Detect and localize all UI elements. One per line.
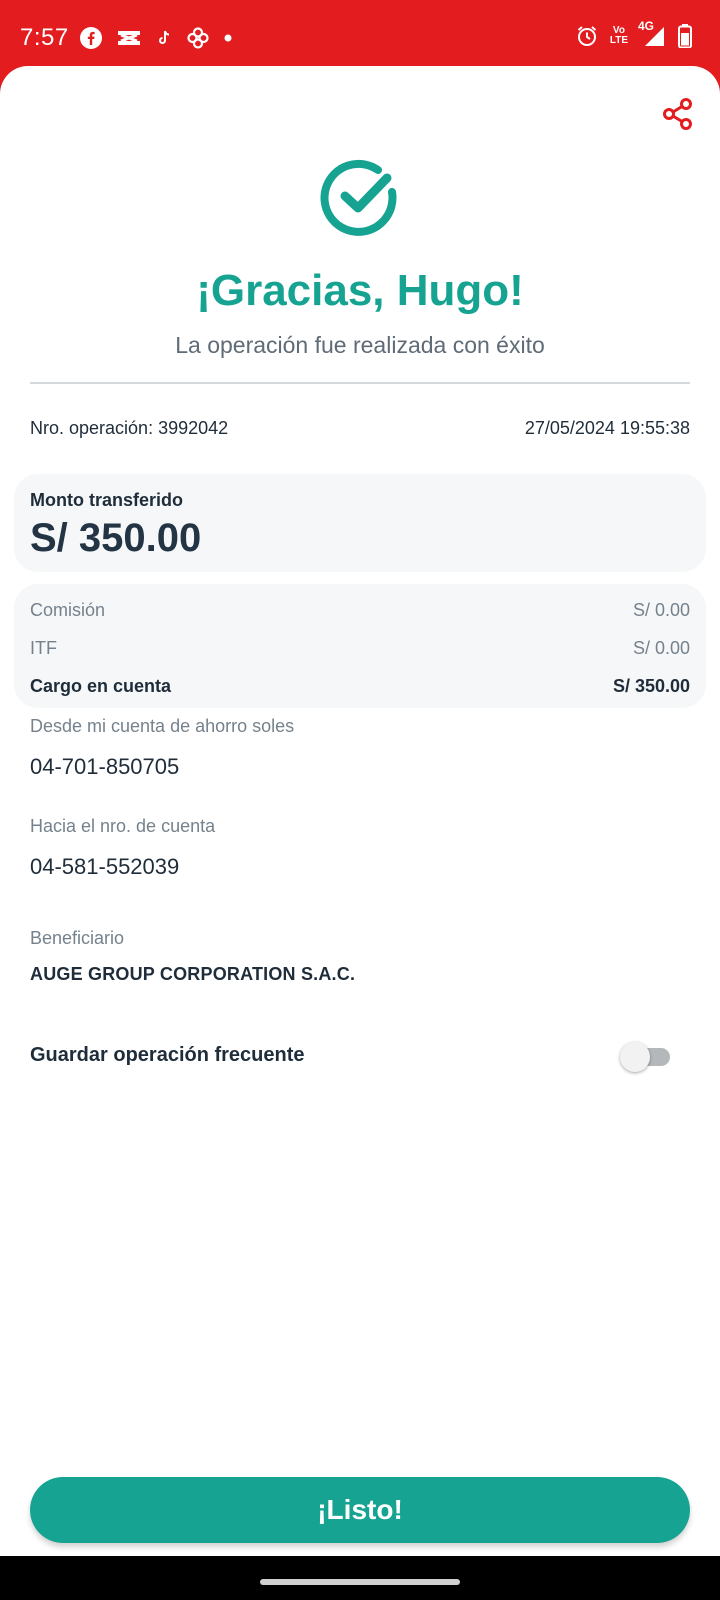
charge-row: Cargo en cuenta S/ 350.00 — [30, 676, 690, 697]
capcut-icon — [116, 28, 142, 48]
beneficiary-label: Beneficiario — [30, 928, 125, 948]
receipt-sheet: ¡Gracias, Hugo! La operación fue realiza… — [0, 66, 720, 1556]
commission-value: S/ 0.00 — [632, 600, 690, 620]
dot-icon — [224, 34, 232, 42]
navigation-bar — [0, 1556, 720, 1600]
battery-icon — [678, 24, 692, 48]
amount-value: S/ 350.00 — [30, 516, 202, 560]
commission-row: Comisión S/ 0.00 — [30, 600, 690, 621]
from-account-label: Desde mi cuenta de ahorro soles — [30, 716, 295, 736]
itf-row: ITF S/ 0.00 — [30, 638, 690, 659]
home-gesture-handle[interactable] — [260, 1579, 460, 1585]
frequent-operation-label: Guardar operación frecuente — [30, 1044, 305, 1066]
itf-label: ITF — [30, 638, 57, 658]
share-button[interactable] — [656, 94, 700, 138]
operation-number: Nro. operación: 3992042 — [30, 418, 229, 438]
to-account-value: 04-581-552039 — [30, 854, 180, 879]
page-title: ¡Gracias, Hugo! — [196, 266, 524, 315]
charge-label: Cargo en cuenta — [30, 676, 172, 696]
volte-bottom-text: LTE — [609, 35, 628, 46]
beneficiary-value: AUGE GROUP CORPORATION S.A.C. — [30, 964, 356, 984]
volte-icon: Vo LTE — [610, 26, 628, 46]
charge-value: S/ 350.00 — [612, 676, 690, 696]
to-account-label: Hacia el nro. de cuenta — [30, 816, 216, 836]
check-circle-icon — [318, 156, 402, 240]
fees-card: Comisión S/ 0.00 ITF S/ 0.00 Cargo en cu… — [14, 584, 706, 708]
itf-value: S/ 0.00 — [632, 638, 690, 658]
divider — [30, 382, 690, 384]
tiktok-icon — [156, 29, 172, 47]
from-account-value: 04-701-850705 — [30, 754, 180, 779]
toggle-knob — [620, 1042, 650, 1072]
4g-signal-icon: 4G — [638, 20, 666, 47]
operation-datetime: 27/05/2024 19:55:38 — [524, 418, 690, 438]
facebook-icon — [80, 27, 102, 49]
network-type-text: 4G — [638, 19, 655, 33]
commission-label: Comisión — [30, 600, 106, 620]
amount-label: Monto transferido — [30, 490, 183, 510]
operation-row: Nro. operación: 3992042 27/05/2024 19:55… — [30, 418, 690, 439]
done-button[interactable]: ¡Listo! — [30, 1477, 690, 1543]
notification-icons — [80, 26, 232, 50]
status-bar: 7:57 Vo LTE 4G — [0, 0, 720, 66]
page-subtitle: La operación fue realizada con éxito — [175, 332, 545, 358]
status-time: 7:57 — [20, 24, 69, 51]
share-icon — [661, 97, 695, 136]
system-icons: Vo LTE 4G — [576, 20, 692, 48]
frequent-operation-toggle[interactable] — [620, 1042, 672, 1072]
amount-card: Monto transferido S/ 350.00 — [14, 474, 706, 572]
pinwheel-icon — [186, 26, 210, 50]
alarm-icon — [576, 25, 598, 47]
